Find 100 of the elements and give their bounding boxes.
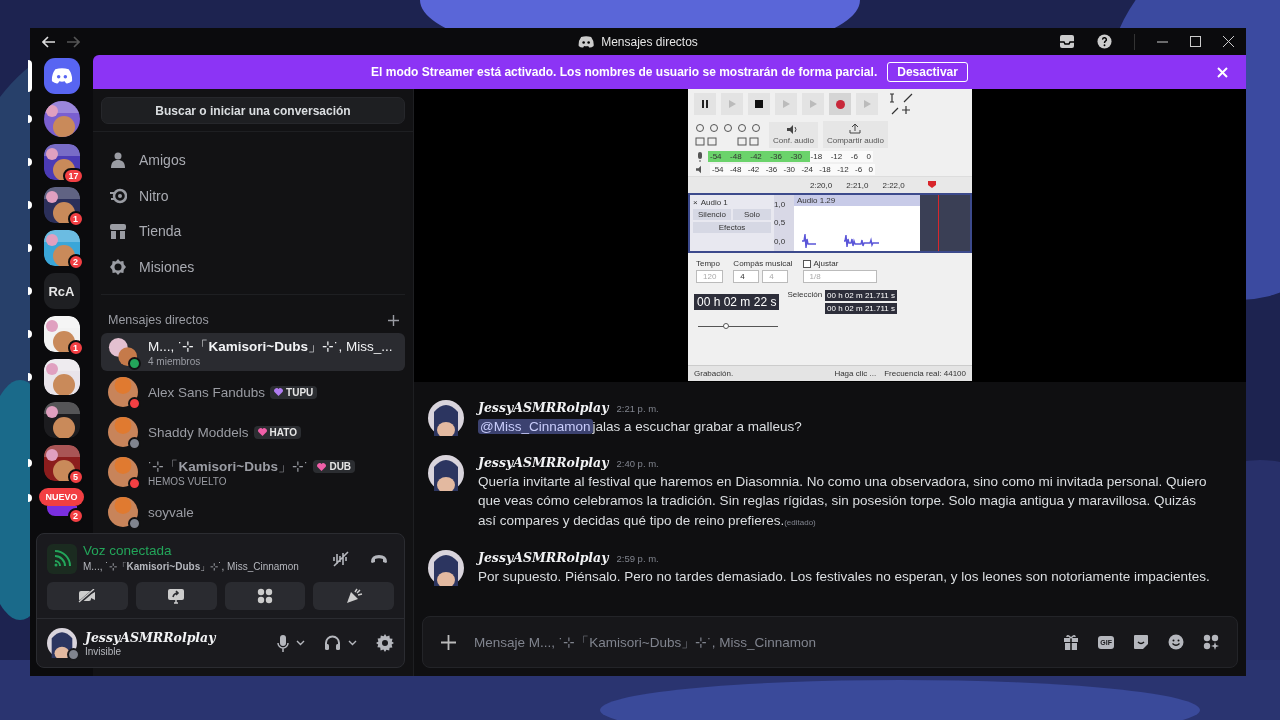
avatar — [108, 377, 138, 407]
conversation-item[interactable]: soyvale — [101, 493, 405, 531]
track-name: Audio 1 — [700, 198, 728, 207]
meter-tick: -18 — [819, 164, 831, 175]
microphone-icon[interactable] — [277, 634, 289, 652]
conversation-item[interactable]: ˙⊹「Kamisori~Dubs」⊹˙ DUB HEMOS VUELTO — [101, 453, 405, 491]
speaker-icon — [787, 124, 800, 134]
scale-label: 1,0 — [774, 199, 787, 209]
add-icon[interactable] — [388, 314, 399, 326]
notification-badge: 2 — [67, 508, 84, 524]
avatar — [108, 457, 138, 487]
disconnect-icon[interactable] — [370, 553, 388, 564]
headphones-icon[interactable] — [324, 635, 341, 651]
scale-label: 0,5 — [774, 218, 787, 228]
user-status: Invisible — [85, 645, 123, 657]
stop-icon — [755, 100, 763, 108]
nav-item[interactable]: Tienda — [139, 223, 182, 240]
username[interactable]: JessyASMRRolplay — [478, 454, 609, 470]
camera-button[interactable] — [47, 582, 128, 610]
meter-tick: -36 — [765, 164, 778, 175]
meter-tick: -36 — [770, 151, 782, 162]
chevron-icon[interactable] — [296, 640, 305, 646]
tools-icon — [887, 92, 915, 116]
server-icon[interactable]: RcA — [43, 273, 80, 309]
pause-icon — [701, 100, 709, 108]
conversation-name: ˙⊹「Kamisori~Dubs」⊹˙ — [148, 457, 309, 476]
apps-icon[interactable] — [1203, 634, 1219, 650]
forward-icon[interactable] — [66, 35, 80, 48]
play-icon — [863, 100, 871, 108]
mention-link[interactable]: @Miss_Cinnamon — [478, 419, 593, 434]
message-text: Quería invitarte al festival que haremos en Diasomnia. No como una observadora, sino como mi invitada personal. Quiero que veas cómo celebramos la tradición. Sin reglas rígidas, sin posesión torpe. Solo magia antigua y maravillosa. Quizás así compares y decidas qué tipo de reino prefieres.(editado) — [478, 472, 1208, 530]
meter-tick: 0 — [866, 151, 871, 162]
timestamp: 2:40 p. m. — [616, 457, 659, 469]
field-label: Tempo — [696, 259, 721, 268]
conversation-item[interactable]: M..., ˙⊹「Kamisori~Dubs」⊹˙, Miss_... 4 miembros — [101, 333, 405, 371]
help-icon[interactable] — [1097, 34, 1112, 49]
settings-icon[interactable] — [376, 634, 394, 652]
conversation-item[interactable]: Shaddy Moddels HATO — [101, 413, 405, 451]
home-button[interactable] — [43, 58, 80, 94]
deactivate-button[interactable]: Desactivar — [887, 62, 968, 82]
play-icon — [809, 100, 817, 108]
maximize-icon[interactable] — [1190, 36, 1201, 47]
status-text: Frecuencia real: 44100 — [884, 369, 966, 378]
noise-suppression-icon[interactable] — [332, 550, 350, 567]
chevron-icon[interactable] — [348, 640, 357, 646]
microphone-icon — [696, 151, 704, 162]
avatar — [108, 497, 138, 527]
soundboard-button[interactable] — [313, 582, 394, 610]
activities-button[interactable] — [224, 582, 306, 610]
conversation-item[interactable]: Alex Sans Fandubs TUPU — [101, 373, 405, 411]
conversation-subtitle: HEMOS VUELTO — [148, 475, 228, 487]
status-text: Haga clic ... — [834, 369, 877, 378]
inbox-icon[interactable] — [1059, 34, 1075, 49]
username[interactable]: JessyASMRRolplay — [478, 400, 609, 415]
conversation-subtitle: 4 miembros — [148, 355, 202, 367]
username[interactable]: JessyASMRRolplay — [478, 550, 609, 565]
banner-text: El modo Streamer está activado. Los nombres de usuario se mostrarán de forma parcial. — [371, 65, 878, 79]
clip-title: Audio 1.29 — [794, 195, 920, 206]
avatar — [428, 454, 464, 491]
conversation-name: soyvale — [148, 504, 194, 520]
meter-tick: -30 — [783, 164, 796, 175]
edited-label: (editado) — [784, 517, 816, 527]
avatar — [428, 550, 464, 586]
section-heading: Mensajes directos — [108, 313, 209, 327]
time-signature-field: 4 — [762, 270, 789, 283]
meter-tick: -30 — [790, 151, 802, 162]
play-icon — [782, 100, 790, 108]
shop-icon — [109, 222, 127, 241]
nav-item[interactable]: Nitro — [139, 187, 169, 204]
back-icon[interactable] — [42, 35, 56, 48]
message-text: @Miss_Cinnamonjalas a escuchar grabar a malleus? — [478, 418, 802, 436]
record-icon — [835, 99, 845, 109]
sticker-icon[interactable] — [1133, 634, 1149, 650]
person-icon — [109, 151, 127, 170]
notification-badge: 17 — [63, 168, 84, 184]
search-button[interactable]: Buscar o iniciar una conversación — [101, 97, 405, 124]
meter-tick: -24 — [801, 164, 813, 175]
window-title: Mensajes directos — [601, 34, 698, 49]
meter-tick: -6 — [855, 164, 863, 175]
meter-tick: -42 — [750, 151, 762, 162]
meter-tick: 0 — [868, 164, 873, 175]
time-display: 00 h 02 m 22 s — [694, 294, 780, 310]
gift-icon[interactable] — [1063, 634, 1080, 650]
timestamp: 2:21 p. m. — [616, 403, 659, 414]
screen-share-button[interactable] — [135, 582, 217, 610]
meter-tick: -42 — [747, 164, 760, 175]
signal-icon — [47, 543, 77, 574]
new-badge: NUEVO — [39, 488, 84, 506]
field-label: Compás musical — [733, 259, 793, 268]
nav-item[interactable]: Misiones — [139, 258, 195, 275]
add-icon[interactable] — [441, 634, 456, 650]
ruler-label: 2:21,0 — [846, 180, 869, 190]
voice-channel[interactable]: M..., ˙⊹「Kamisori~Dubs」⊹˙, Miss_Cinnamon — [83, 560, 326, 574]
message-text: Por supuesto. Piénsalo. Pero no tardes demasiado. Los festivales no esperan, y los leones son notoriamente impacientes. — [478, 568, 1210, 586]
nav-item[interactable]: Amigos — [139, 152, 186, 169]
selection-field: 00 h 02 m 21.711 s — [825, 290, 897, 301]
emoji-icon[interactable] — [1168, 634, 1184, 650]
close-icon[interactable] — [1223, 36, 1234, 47]
upload-icon — [849, 124, 862, 134]
conversation-name: Shaddy Moddels — [148, 424, 249, 440]
